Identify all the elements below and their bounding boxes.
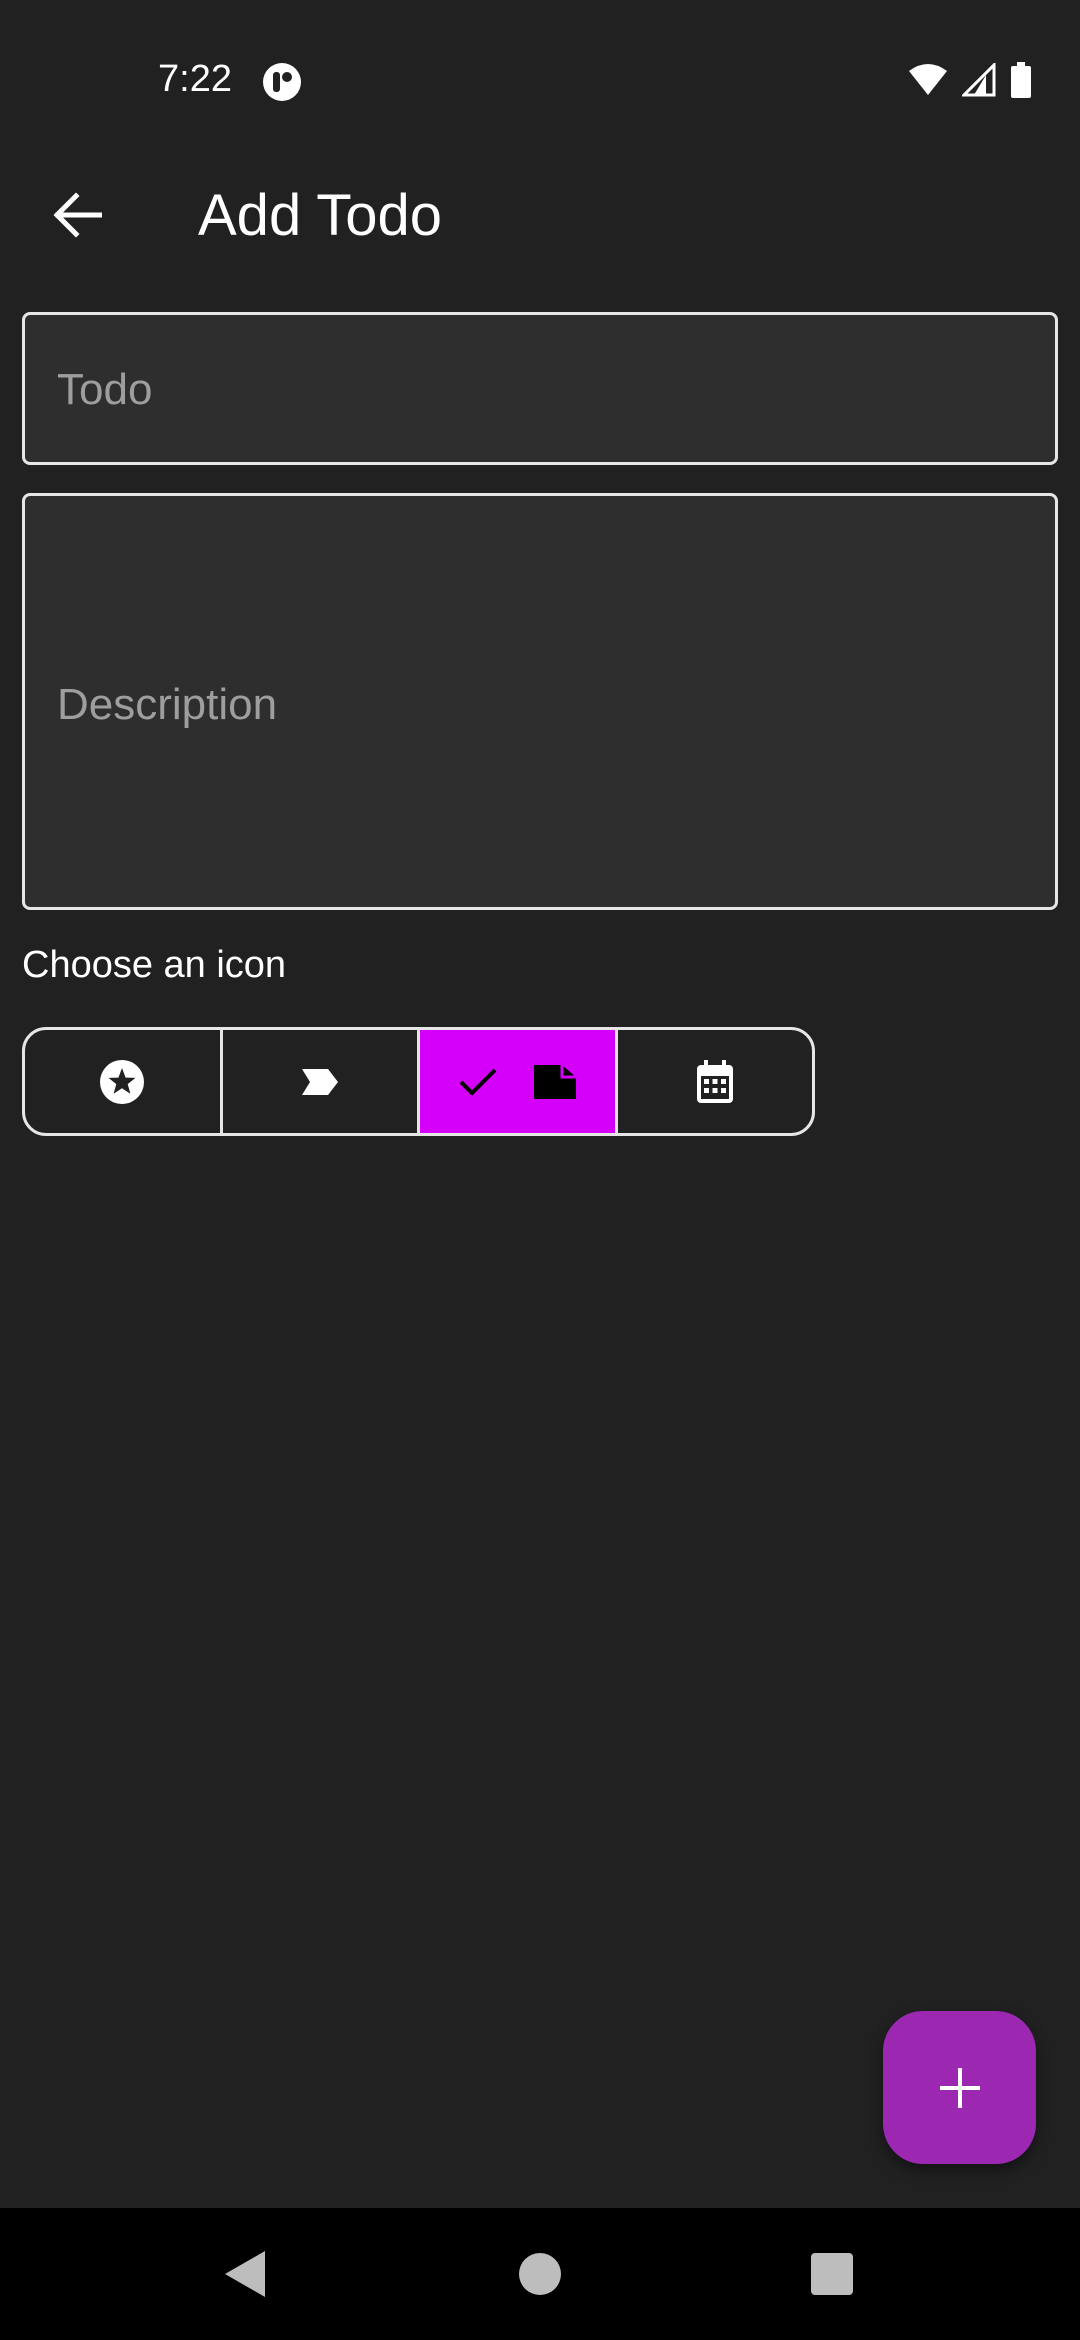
nav-back-button[interactable]	[214, 2244, 274, 2304]
nav-recents-button[interactable]	[802, 2244, 862, 2304]
add-todo-fab[interactable]	[883, 2011, 1036, 2164]
todo-placeholder: Todo	[57, 365, 153, 414]
nav-home-button[interactable]	[510, 2244, 570, 2304]
navigation-bar	[0, 2208, 1080, 2340]
nav-recents-icon	[811, 2253, 853, 2295]
icon-chooser	[22, 1027, 815, 1136]
battery-icon	[1010, 62, 1032, 103]
icon-option-calendar[interactable]	[618, 1030, 813, 1133]
screen: 7:22 Add Todo Todo Description Choose an…	[0, 0, 1080, 2340]
status-icons	[908, 61, 1032, 103]
choose-icon-label: Choose an icon	[22, 944, 287, 986]
star-circle-icon	[100, 1059, 145, 1104]
app-notification-icon	[262, 62, 302, 102]
status-time: 7:22	[158, 58, 232, 100]
check-icon	[459, 1068, 497, 1096]
description-input[interactable]: Description	[22, 493, 1058, 910]
status-bar: 7:22	[0, 0, 1080, 120]
wifi-icon	[908, 63, 948, 102]
app-bar: Add Todo	[0, 150, 1080, 280]
label-tag-icon	[301, 1068, 338, 1095]
todo-input[interactable]: Todo	[22, 312, 1058, 465]
icon-option-note[interactable]	[420, 1030, 618, 1133]
page-title: Add Todo	[198, 183, 443, 248]
calendar-icon	[696, 1059, 733, 1103]
arrow-back-icon	[53, 192, 102, 238]
icon-option-star[interactable]	[25, 1030, 223, 1133]
nav-back-icon	[225, 2251, 265, 2297]
nav-home-icon	[519, 2253, 561, 2295]
note-icon	[534, 1064, 577, 1099]
back-button[interactable]	[40, 178, 114, 252]
icon-option-label[interactable]	[223, 1030, 420, 1133]
description-placeholder: Description	[57, 680, 278, 729]
cellular-signal-icon	[960, 61, 996, 102]
plus-icon	[939, 2067, 980, 2108]
